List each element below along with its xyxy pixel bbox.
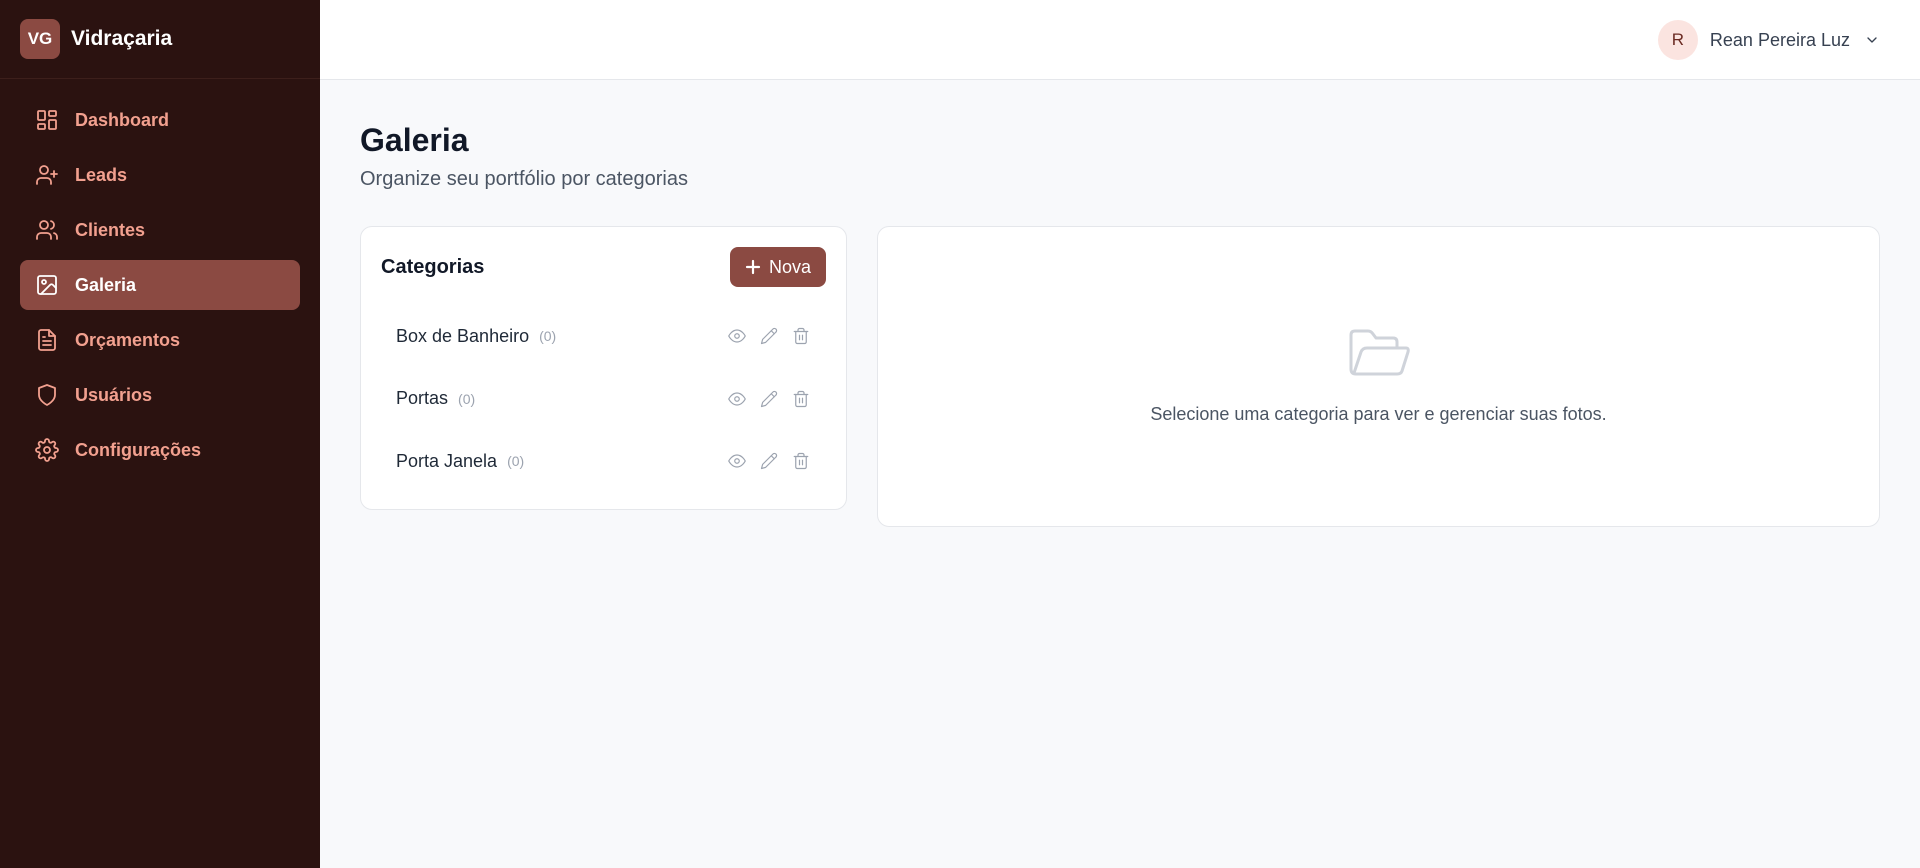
category-actions [727, 326, 811, 346]
brand[interactable]: VG Vidraçaria [0, 0, 320, 79]
sidebar-item-label: Usuários [75, 384, 153, 405]
image-icon [35, 273, 59, 297]
category-item[interactable]: Portas (0) [381, 368, 826, 431]
category-count: (0) [507, 453, 525, 470]
pencil-icon[interactable] [759, 326, 779, 346]
file-text-icon [35, 328, 59, 352]
eye-icon[interactable] [727, 389, 747, 409]
categories-card: Categorias Nova Box de Banheiro (0) Port… [360, 226, 847, 510]
category-name: Box de Banheiro [396, 325, 530, 346]
folder-open-icon [1348, 327, 1410, 379]
sidebar-item-label: Orçamentos [75, 329, 181, 350]
trash-icon[interactable] [791, 451, 811, 471]
new-category-button[interactable]: Nova [729, 247, 826, 287]
avatar: R [1657, 20, 1698, 60]
sidebar: VG Vidraçaria Dashboard Leads Clientes G… [0, 0, 320, 868]
categories-title: Categorias [381, 255, 485, 278]
gear-icon [35, 438, 59, 462]
pencil-icon[interactable] [759, 451, 779, 471]
categories-header: Categorias Nova [381, 247, 826, 287]
sidebar-nav: Dashboard Leads Clientes Galeria Orçamen… [0, 79, 320, 475]
pencil-icon[interactable] [759, 389, 779, 409]
category-name: Portas [396, 388, 449, 409]
sidebar-item-label: Leads [75, 164, 128, 185]
sidebar-item-dashboard[interactable]: Dashboard [20, 95, 300, 145]
sidebar-item-usuarios[interactable]: Usuários [20, 370, 300, 420]
category-item[interactable]: Porta Janela (0) [381, 430, 826, 493]
category-count: (0) [458, 390, 476, 407]
sidebar-item-galeria[interactable]: Galeria [20, 260, 300, 310]
sidebar-item-leads[interactable]: Leads [20, 150, 300, 200]
sidebar-item-configuracoes[interactable]: Configurações [20, 425, 300, 475]
sidebar-item-label: Configurações [75, 439, 202, 460]
page-title: Galeria [360, 122, 469, 158]
brand-logo: VG [20, 19, 60, 59]
sidebar-item-clientes[interactable]: Clientes [20, 205, 300, 255]
photos-panel: Selecione uma categoria para ver e geren… [877, 226, 1880, 527]
user-name: Rean Pereira Luz [1709, 29, 1850, 50]
dashboard-icon [35, 108, 59, 132]
brand-name: Vidraçaria [71, 27, 173, 50]
top-header: R Rean Pereira Luz [320, 0, 1920, 80]
sidebar-item-label: Galeria [75, 274, 137, 295]
users-icon [35, 218, 59, 242]
user-menu[interactable]: R Rean Pereira Luz [1657, 20, 1880, 60]
category-item[interactable]: Box de Banheiro (0) [381, 305, 826, 368]
category-actions [727, 389, 811, 409]
category-count: (0) [539, 328, 557, 345]
plus-icon [745, 259, 761, 275]
new-category-label: Nova [768, 256, 811, 277]
sidebar-item-label: Dashboard [75, 109, 170, 130]
trash-icon[interactable] [791, 326, 811, 346]
category-actions [727, 451, 811, 471]
category-list: Box de Banheiro (0) Portas (0) Porta Jan… [381, 305, 826, 493]
eye-icon[interactable] [727, 326, 747, 346]
sidebar-item-orcamentos[interactable]: Orçamentos [20, 315, 300, 365]
chevron-down-icon [1864, 32, 1880, 48]
trash-icon[interactable] [791, 389, 811, 409]
sidebar-item-label: Clientes [75, 219, 146, 240]
empty-state-text: Selecione uma categoria para ver e geren… [1150, 404, 1607, 424]
shield-icon [35, 383, 59, 407]
page-subtitle: Organize seu portfólio por categorias [360, 168, 688, 190]
category-name: Porta Janela [396, 450, 498, 471]
user-plus-icon [35, 163, 59, 187]
eye-icon[interactable] [727, 451, 747, 471]
